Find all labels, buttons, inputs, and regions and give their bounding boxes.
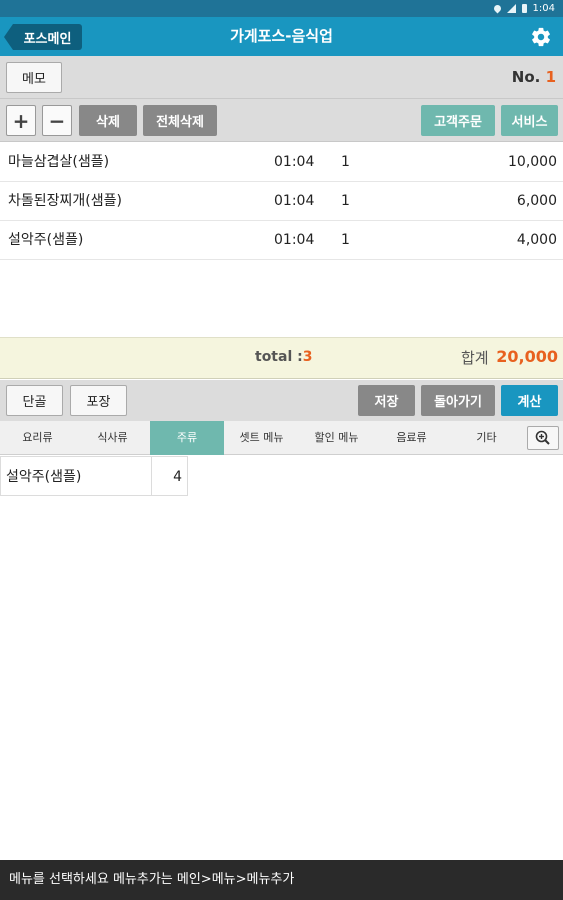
order-list: 마늘삼겹살(샘플) 01:04 1 10,000 차돌된장찌개(샘플) 01:0… bbox=[0, 143, 563, 337]
order-item-name: 설악주(샘플) bbox=[8, 232, 84, 248]
memo-row: 메모 No. 1 bbox=[0, 56, 563, 99]
signal-icon bbox=[506, 4, 516, 13]
decrease-qty-button[interactable]: − bbox=[42, 105, 72, 136]
increase-qty-button[interactable]: + bbox=[6, 105, 36, 136]
zoom-button[interactable] bbox=[527, 426, 559, 450]
service-button[interactable]: 서비스 bbox=[501, 105, 558, 136]
settings-gear-icon[interactable] bbox=[530, 26, 552, 48]
save-button[interactable]: 저장 bbox=[358, 385, 415, 416]
sum-value: 20,000 bbox=[496, 347, 558, 366]
wifi-icon bbox=[492, 3, 502, 14]
order-row[interactable]: 설악주(샘플) 01:04 1 4,000 bbox=[0, 221, 563, 260]
order-number: No. 1 bbox=[512, 68, 556, 86]
app-title: 가게포스-음식업 bbox=[230, 27, 333, 45]
checkout-button[interactable]: 계산 bbox=[501, 385, 558, 416]
order-number-value: 1 bbox=[545, 68, 556, 86]
order-item-name: 마늘삼겹살(샘플) bbox=[8, 154, 110, 170]
order-item-qty: 1 bbox=[341, 154, 350, 170]
total-count-label: total : bbox=[255, 349, 303, 365]
tab-cooked-dishes[interactable]: 요리류 bbox=[0, 421, 75, 455]
hint-bar: 메뉴를 선택하세요 메뉴추가는 메인>메뉴>메뉴추가 bbox=[0, 860, 563, 900]
go-back-button[interactable]: 돌아가기 bbox=[421, 385, 495, 416]
order-item-qty: 1 bbox=[341, 232, 350, 248]
total-count: total :3 bbox=[255, 349, 312, 365]
customer-order-button[interactable]: 고객주문 bbox=[421, 105, 495, 136]
back-button-label: 포스메인 bbox=[13, 24, 82, 50]
takeout-button[interactable]: 포장 bbox=[70, 385, 127, 416]
sum-label: 합계 bbox=[461, 349, 489, 367]
total-bar: total :3 합계 20,000 bbox=[0, 337, 563, 379]
regular-customer-button[interactable]: 단골 bbox=[6, 385, 63, 416]
menu-item[interactable]: 설악주(샘플) 4 bbox=[0, 456, 188, 496]
tab-set-menu[interactable]: 셋트 메뉴 bbox=[224, 421, 299, 455]
pos-main-back-button[interactable]: 포스메인 bbox=[4, 24, 82, 50]
tab-discount-menu[interactable]: 할인 메뉴 bbox=[299, 421, 374, 455]
action-bar: 가게포스-음식업 포스메인 bbox=[0, 17, 563, 56]
order-row[interactable]: 마늘삼겹살(샘플) 01:04 1 10,000 bbox=[0, 143, 563, 182]
order-item-time: 01:04 bbox=[274, 193, 315, 209]
total-count-value: 3 bbox=[302, 349, 313, 365]
tab-meals[interactable]: 식사류 bbox=[75, 421, 150, 455]
category-tabs: 요리류 식사류 주류 셋트 메뉴 할인 메뉴 음료류 기타 bbox=[0, 421, 563, 455]
order-item-price: 6,000 bbox=[516, 193, 557, 209]
delete-all-button[interactable]: 전체삭제 bbox=[143, 105, 217, 136]
order-number-label: No. bbox=[511, 68, 541, 86]
tab-liquor[interactable]: 주류 bbox=[150, 421, 224, 455]
order-row[interactable]: 차돌된장찌개(샘플) 01:04 1 6,000 bbox=[0, 182, 563, 221]
battery-icon bbox=[521, 4, 527, 13]
memo-button[interactable]: 메모 bbox=[6, 62, 62, 93]
status-bar: 1:04 bbox=[0, 0, 563, 17]
order-item-price: 4,000 bbox=[516, 232, 557, 248]
status-time: 1:04 bbox=[532, 3, 555, 14]
order-item-price: 10,000 bbox=[508, 154, 557, 170]
action-row: 단골 포장 저장 돌아가기 계산 bbox=[0, 380, 563, 421]
tab-beverages[interactable]: 음료류 bbox=[374, 421, 449, 455]
hint-text: 메뉴를 선택하세요 메뉴추가는 메인>메뉴>메뉴추가 bbox=[9, 872, 295, 887]
menu-item-qty: 4 bbox=[173, 469, 182, 485]
back-arrow-icon bbox=[4, 24, 13, 50]
tab-etc[interactable]: 기타 bbox=[449, 421, 524, 455]
zoom-in-icon bbox=[535, 430, 550, 445]
order-toolbar: + − 삭제 전체삭제 고객주문 서비스 bbox=[0, 99, 563, 142]
order-item-name: 차돌된장찌개(샘플) bbox=[8, 193, 122, 209]
order-item-time: 01:04 bbox=[274, 154, 315, 170]
order-item-qty: 1 bbox=[341, 193, 350, 209]
delete-button[interactable]: 삭제 bbox=[79, 105, 137, 136]
order-item-time: 01:04 bbox=[274, 232, 315, 248]
menu-item-divider bbox=[151, 457, 152, 495]
pos-screen: 1:04 가게포스-음식업 포스메인 메모 No. 1 + − 삭제 전체삭제 … bbox=[0, 0, 563, 900]
menu-item-name: 설악주(샘플) bbox=[6, 469, 82, 485]
